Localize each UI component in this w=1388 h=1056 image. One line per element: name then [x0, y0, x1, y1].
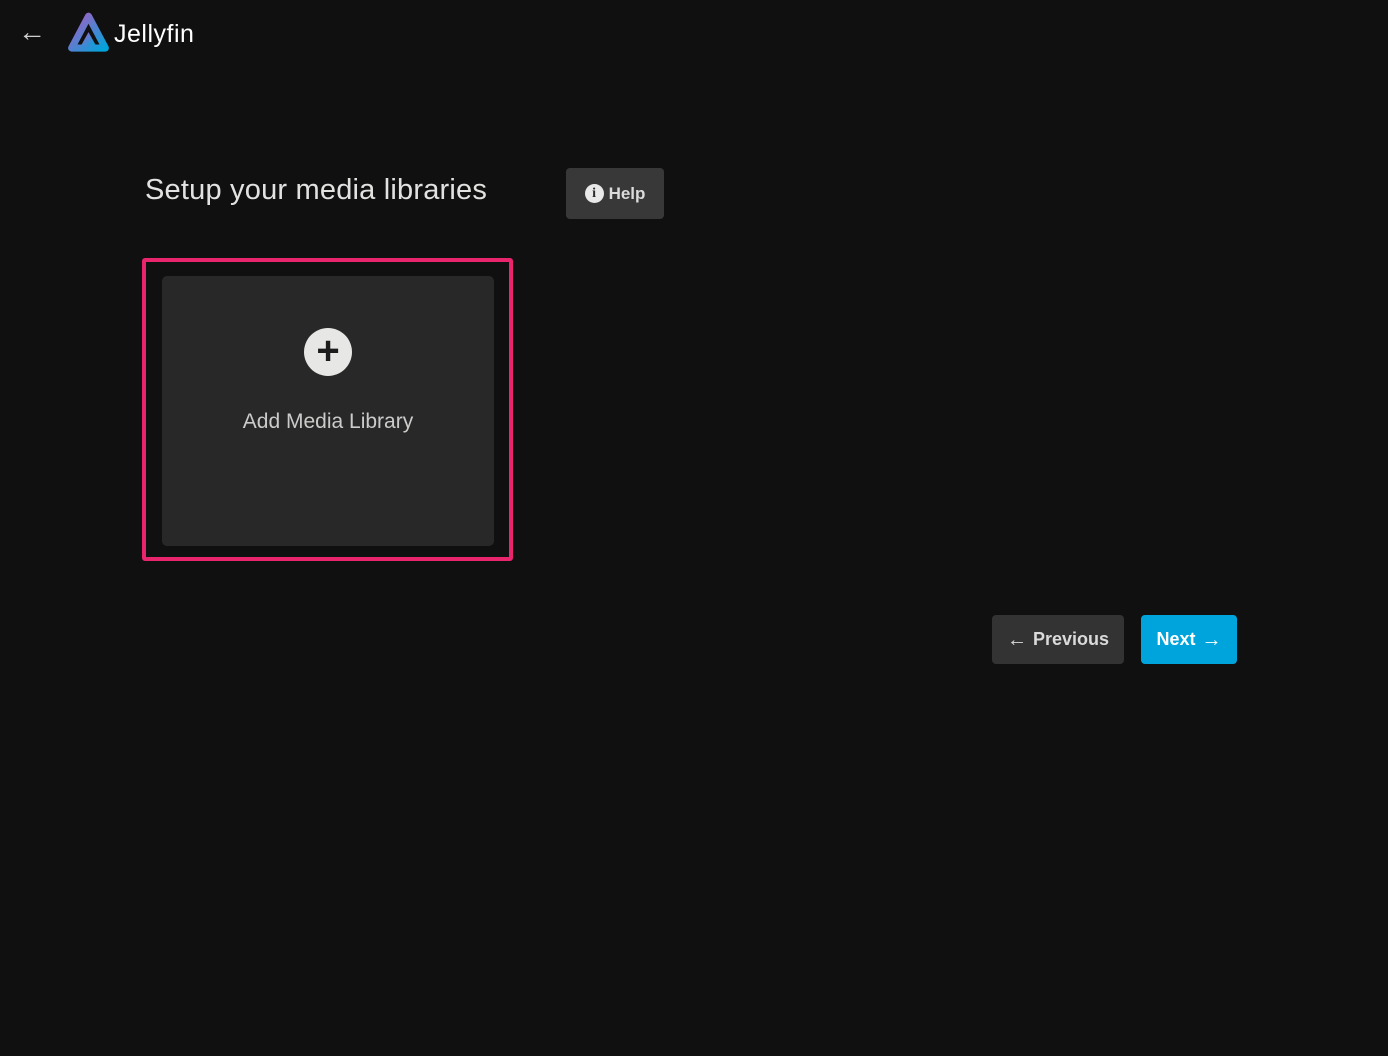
- arrow-left-icon: ←: [1007, 630, 1027, 650]
- jellyfin-logo-icon: [66, 9, 111, 59]
- back-arrow-icon: ←: [18, 16, 46, 47]
- add-media-library-card[interactable]: + Add Media Library: [162, 276, 494, 546]
- previous-button-label: Previous: [1033, 629, 1109, 650]
- setup-wizard-screen: ← Jellyfin Setup your media libraries i …: [0, 0, 1388, 1056]
- arrow-right-icon: →: [1202, 630, 1222, 650]
- info-icon: i: [585, 184, 604, 203]
- add-media-library-label: Add Media Library: [162, 410, 494, 434]
- next-button[interactable]: Next →: [1141, 615, 1237, 664]
- help-button-label: Help: [609, 184, 646, 204]
- help-button[interactable]: i Help: [566, 168, 664, 219]
- previous-button[interactable]: ← Previous: [992, 615, 1124, 664]
- plus-icon: +: [304, 328, 352, 376]
- next-button-label: Next: [1156, 629, 1195, 650]
- app-title: Jellyfin: [114, 20, 194, 49]
- focus-ring: + Add Media Library: [142, 258, 513, 561]
- page-title: Setup your media libraries: [145, 174, 487, 207]
- back-button[interactable]: ←: [12, 12, 52, 52]
